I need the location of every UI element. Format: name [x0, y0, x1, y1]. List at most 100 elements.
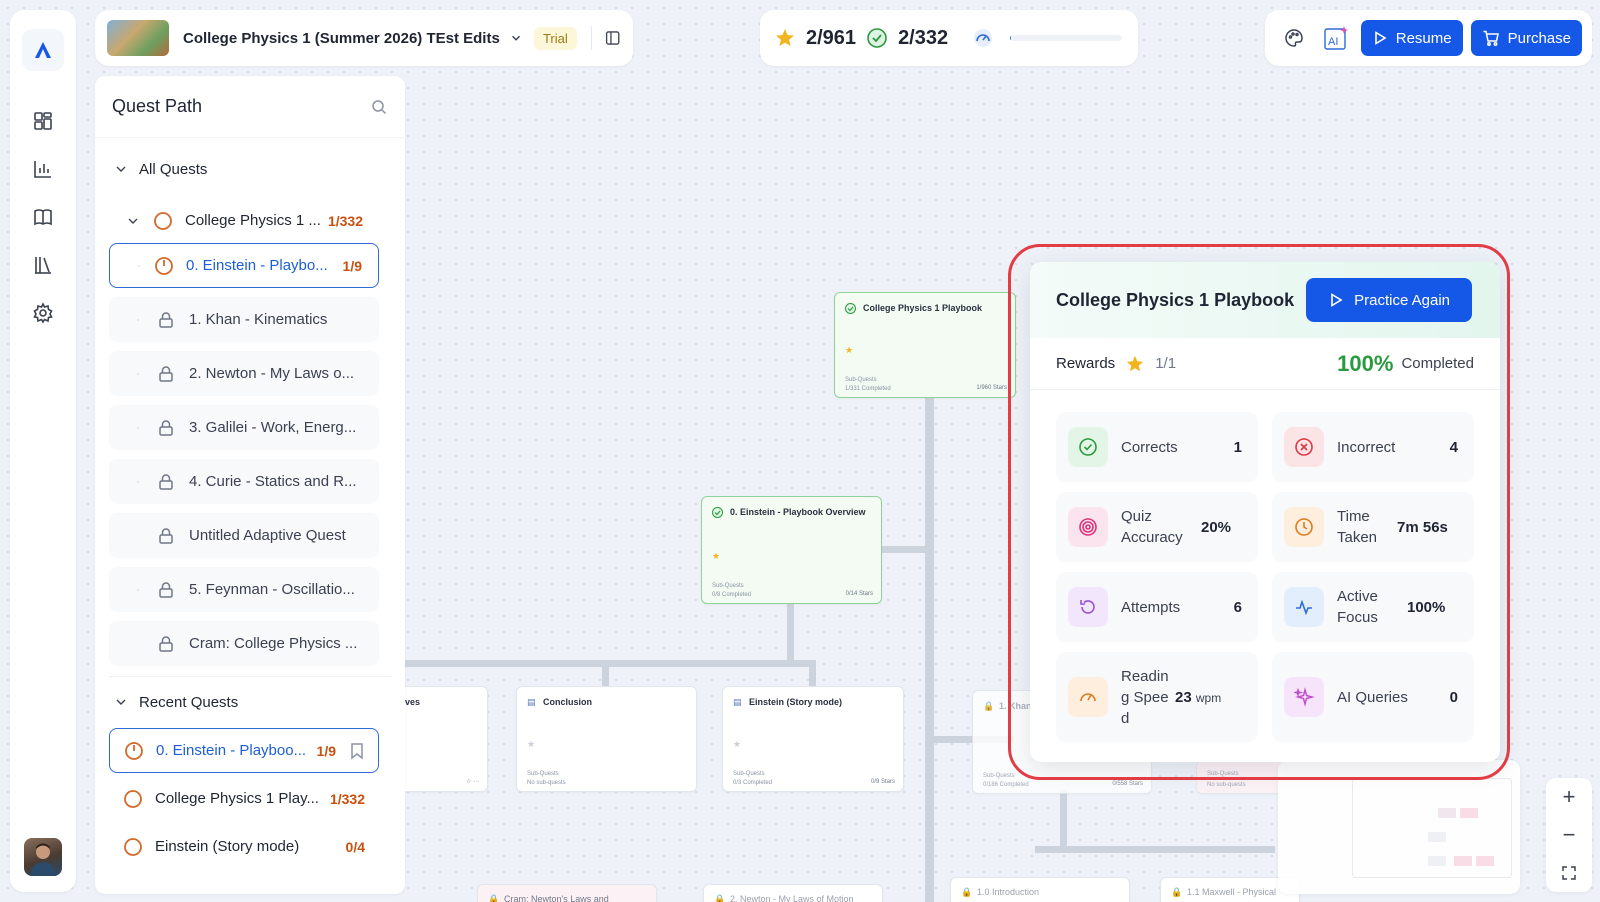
- recent-quest-item[interactable]: 0. Einstein - Playboo... 1/9: [109, 728, 379, 773]
- card-title: ves: [405, 697, 421, 707]
- chevron-right-icon: [137, 480, 139, 483]
- metric-value: 6: [1233, 598, 1242, 616]
- card-title: 1. Khan: [999, 701, 1032, 711]
- course-title[interactable]: College Physics 1 (Summer 2026) TEst Edi…: [183, 30, 500, 47]
- quest-item-einstein[interactable]: 0. Einstein - Playbo... 1/9: [109, 243, 379, 288]
- zoom-in-button[interactable]: +: [1546, 778, 1592, 816]
- sidebar-toggle-icon[interactable]: [604, 28, 621, 48]
- lock-icon: 🔒: [488, 894, 500, 902]
- quest-item[interactable]: 1. Khan - Kinematics: [109, 297, 379, 342]
- quest-label: 1. Khan - Kinematics: [189, 311, 328, 328]
- card-title: Einstein (Story mode): [749, 697, 843, 707]
- quest-label: 2. Newton - My Laws o...: [189, 365, 355, 382]
- quest-item[interactable]: 2. Newton - My Laws o...: [109, 351, 379, 396]
- trial-badge: Trial: [533, 26, 577, 50]
- bookmark-icon[interactable]: [348, 742, 366, 760]
- quest-label: 4. Curie - Statics and R...: [189, 473, 357, 490]
- quest-card-cram-newton[interactable]: 🔒 Cram: Newton's Laws and: [477, 884, 657, 902]
- card-subquests-label: Sub-Quests: [712, 583, 744, 589]
- divider: [590, 26, 592, 50]
- chevron-down-icon[interactable]: [510, 31, 522, 45]
- all-quests-section[interactable]: All Quests: [111, 154, 389, 184]
- progress-bar: [1010, 35, 1123, 41]
- quest-item[interactable]: 4. Curie - Statics and R...: [109, 459, 379, 504]
- star-icon: [776, 29, 794, 46]
- quest-label: College Physics 1 ...: [185, 212, 321, 229]
- quest-item[interactable]: Cram: College Physics ...: [109, 621, 379, 666]
- quest-card-newton[interactable]: 🔒 2. Newton - My Laws of Motion: [703, 884, 883, 902]
- analytics-nav-button[interactable]: [25, 151, 61, 187]
- quest-card-playbook[interactable]: College Physics 1 Playbook ★ Sub-Quests …: [834, 292, 1016, 398]
- connector-line: [1035, 846, 1275, 853]
- resume-button[interactable]: Resume: [1360, 20, 1463, 56]
- popup-title: College Physics 1 Playbook: [1056, 289, 1295, 310]
- search-icon[interactable]: [371, 99, 387, 115]
- rewards-value: 1/1: [1155, 355, 1177, 372]
- quest-count: 1/332: [327, 212, 363, 229]
- library-nav-button[interactable]: [25, 247, 61, 283]
- metric-label: AI Queries: [1337, 688, 1408, 706]
- connector-line: [787, 604, 794, 662]
- quest-count: 0/4: [345, 838, 365, 855]
- quest-label: 3. Galilei - Work, Energ...: [189, 419, 357, 436]
- metric-value: 23: [1175, 688, 1192, 706]
- sparkle-icon: [1284, 677, 1324, 717]
- metric-value: 4: [1449, 438, 1458, 456]
- book-nav-button[interactable]: [25, 199, 61, 235]
- x-circle-icon: [1284, 427, 1324, 467]
- lock-icon: 🔒: [983, 701, 995, 711]
- quest-card-einstein-overview[interactable]: 0. Einstein - Playbook Overview ★ Sub-Qu…: [701, 496, 882, 604]
- doc-icon: ▤: [527, 697, 536, 707]
- ai-button[interactable]: AI: [1319, 20, 1353, 56]
- check-icon: [845, 303, 856, 314]
- quest-root-item[interactable]: College Physics 1 ... 1/332: [109, 198, 379, 243]
- card-title: 0. Einstein - Playbook Overview: [730, 507, 866, 517]
- dashboard-nav-button[interactable]: [25, 103, 61, 139]
- metric-value: 0: [1449, 688, 1458, 706]
- app-logo[interactable]: [22, 29, 64, 71]
- quest-label: Einstein (Story mode): [155, 838, 300, 855]
- quest-count: 1/9: [316, 742, 336, 759]
- user-avatar[interactable]: [24, 838, 62, 876]
- quest-item[interactable]: 3. Galilei - Work, Energ...: [109, 405, 379, 450]
- zoom-out-button[interactable]: −: [1546, 816, 1592, 854]
- recent-quests-section[interactable]: Recent Quests: [111, 687, 389, 717]
- practice-again-button[interactable]: Practice Again: [1306, 278, 1472, 322]
- progress-ring-icon: [124, 741, 146, 761]
- recent-quest-item[interactable]: College Physics 1 Play... 1/332: [109, 776, 379, 821]
- lock-icon: 🔒: [961, 887, 973, 897]
- minimap-node: [1428, 832, 1446, 842]
- recent-quest-item[interactable]: Einstein (Story mode) 0/4: [109, 824, 379, 869]
- quest-label: Cram: College Physics ...: [189, 635, 358, 652]
- settings-nav-button[interactable]: [25, 295, 61, 331]
- quest-item[interactable]: 5. Feynman - Oscillatio...: [109, 567, 379, 612]
- avatar-image: [30, 843, 56, 876]
- quest-card-conclusion[interactable]: ▤ Conclusion ★ Sub-Quests No sub-quests: [516, 686, 697, 792]
- card-stars: 0/9 Stars: [870, 779, 895, 785]
- card-stars: 0/558 Stars: [1112, 781, 1143, 787]
- card-star-icon: ★: [712, 551, 721, 561]
- lock-icon: [159, 473, 173, 490]
- quest-card-faded[interactable]: Sub-Quests No sub-quests: [1196, 760, 1286, 794]
- progress-ring-icon: [155, 256, 173, 275]
- card-subquests-value: 0/186 Completed: [983, 782, 1029, 788]
- metric-quiz-accuracy: Quiz Accuracy 20%: [1056, 492, 1258, 562]
- star-icon: [1127, 355, 1144, 371]
- fit-view-button[interactable]: [1546, 854, 1592, 892]
- progress-fill: [1010, 35, 1012, 41]
- minimap[interactable]: [1278, 760, 1520, 894]
- quest-item[interactable]: Untitled Adaptive Quest: [109, 513, 379, 558]
- target-icon: [1068, 507, 1108, 547]
- metric-label: Incorrect: [1337, 438, 1396, 456]
- grid-icon: [34, 112, 52, 130]
- completed-count: 2/332: [898, 26, 949, 49]
- quest-card-einstein-story[interactable]: ▤ Einstein (Story mode) ★ Sub-Quests 0/3…: [722, 686, 904, 792]
- quest-card-introduction[interactable]: 🔒 1.0 Introduction: [950, 877, 1130, 902]
- metric-value: 1: [1233, 438, 1242, 456]
- chevron-down-icon: [128, 218, 138, 224]
- minimap-node: [1428, 856, 1446, 866]
- speedometer-icon: [974, 29, 993, 47]
- quest-label: 0. Einstein - Playboo...: [156, 742, 307, 759]
- purchase-button[interactable]: Purchase: [1470, 20, 1582, 56]
- theme-button[interactable]: [1277, 20, 1311, 56]
